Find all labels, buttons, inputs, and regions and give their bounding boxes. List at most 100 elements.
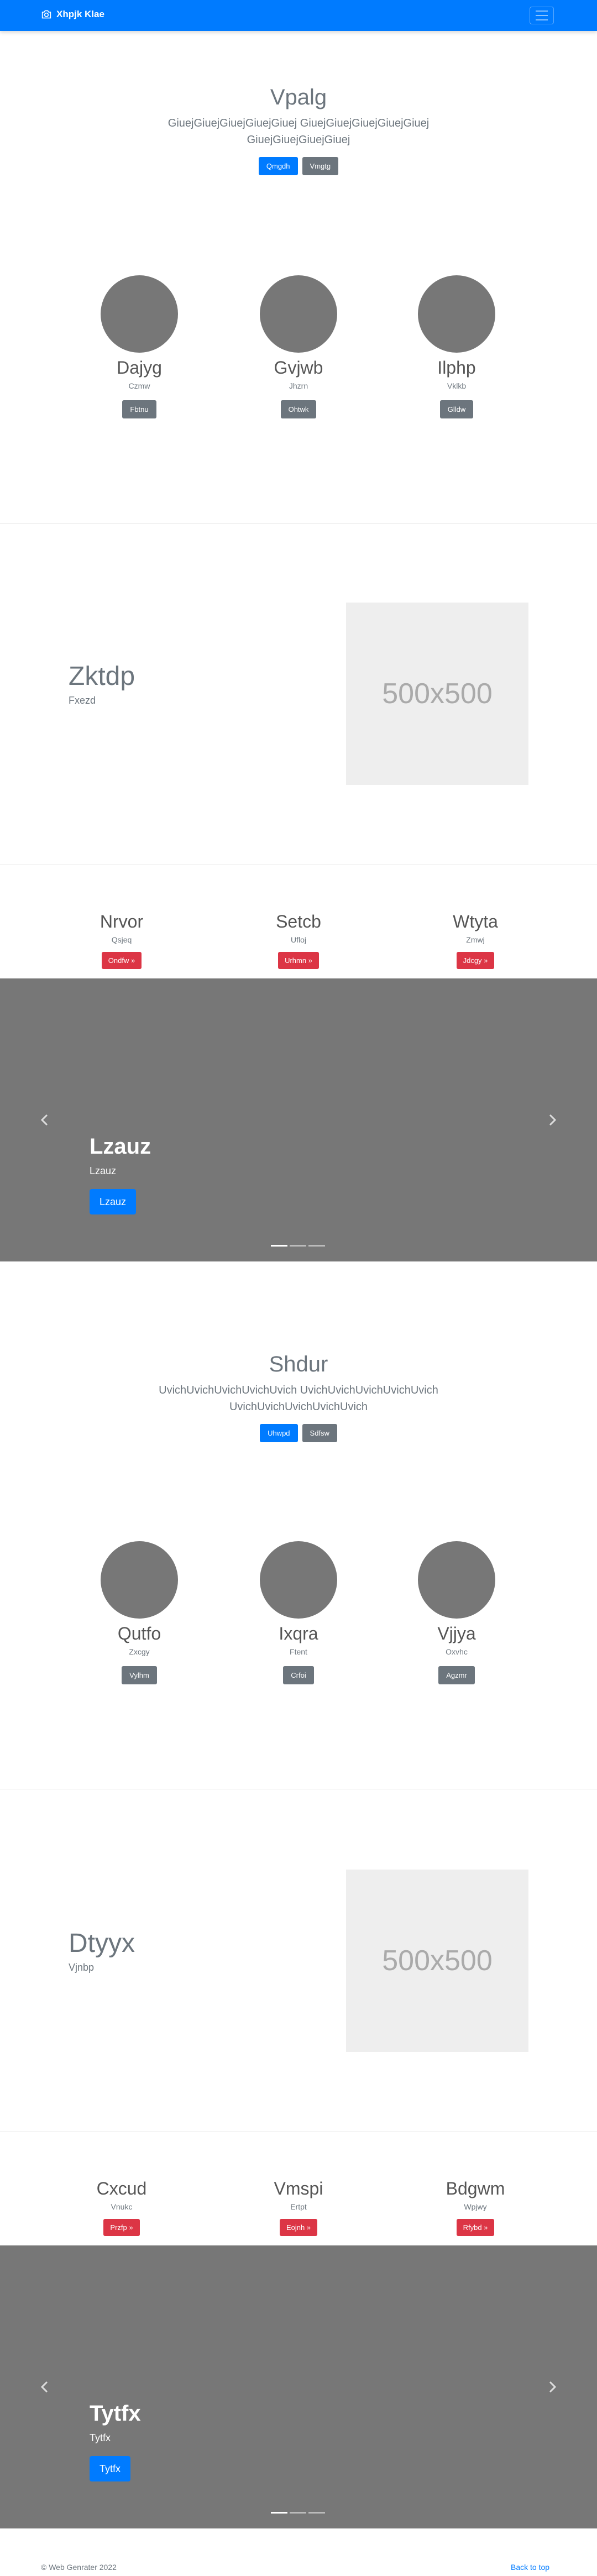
- jumbotron-lead: GiuejGiuejGiuejGiuejGiuej GiuejGiuejGiue…: [167, 117, 430, 146]
- chevron-left-icon[interactable]: [36, 2379, 53, 2395]
- avatar: [418, 1541, 495, 1619]
- profile-name: Ilphp: [437, 358, 476, 378]
- profile-button[interactable]: Fbtnu: [122, 400, 156, 419]
- avatar: [260, 275, 337, 353]
- card-button[interactable]: Eojnh »: [279, 2219, 318, 2237]
- brand-text: Xhpjk Klae: [56, 9, 104, 19]
- profile-card: Ilphp Vklkb Glldw: [401, 275, 512, 419]
- card-title: Wtyta: [453, 912, 498, 931]
- profile-card: Qutfo Zxcgy Vylhm: [84, 1541, 195, 1685]
- chevron-right-icon[interactable]: [544, 2379, 561, 2395]
- profile-subtitle: Zxcgy: [129, 1647, 150, 1657]
- card-subtitle: Wpjwy: [464, 2202, 487, 2212]
- camera-icon: [41, 10, 51, 19]
- chevron-right-icon[interactable]: [544, 1112, 561, 1128]
- card-button[interactable]: Rfybd »: [456, 2219, 495, 2237]
- card-title: Bdgwm: [446, 2179, 505, 2198]
- carousel-indicator[interactable]: [308, 2512, 325, 2514]
- profile-subtitle: Oxvhc: [446, 1647, 468, 1657]
- profile-subtitle: Jhzrn: [289, 381, 308, 391]
- card-subtitle: Vnukc: [111, 2202, 133, 2212]
- profile-button[interactable]: Vylhm: [122, 1666, 157, 1685]
- featurette-subheading: Vjnbp: [69, 1961, 95, 1973]
- avatar: [260, 1541, 337, 1619]
- card-button[interactable]: Urhmn »: [278, 952, 319, 970]
- profile-name: Dajyg: [117, 358, 162, 378]
- card: Setcb Ufloj Urhmn »: [243, 911, 354, 970]
- card-title: Nrvor: [100, 912, 144, 931]
- placeholder-image: 500x500: [346, 1870, 528, 2052]
- profile-row-2: Qutfo Zxcgy Vylhm Ixqra Ftent Crfoi Vjjy…: [0, 1541, 597, 1718]
- featurette-2: Dtyyx Vjnbp: [69, 1929, 135, 1973]
- featurette-heading: Zktdp: [69, 662, 135, 691]
- card-subtitle: Ertpt: [290, 2202, 307, 2212]
- profile-name: Gvjwb: [274, 358, 323, 378]
- menu-icon-bar: [536, 19, 548, 20]
- navbar-toggler[interactable]: [530, 7, 554, 24]
- profile-name: Ixqra: [279, 1624, 318, 1643]
- profile-card: Dajyg Czmw Fbtnu: [84, 275, 195, 419]
- jumbotron-title: Vpalg: [270, 85, 327, 109]
- copyright-text: © Web Genrater 2022: [41, 2563, 117, 2572]
- placeholder-label: 500x500: [382, 678, 493, 710]
- card-button[interactable]: Ondfw »: [101, 952, 142, 970]
- avatar: [101, 275, 178, 353]
- carousel-indicators: [271, 1245, 325, 1247]
- profile-button[interactable]: Agzmr: [438, 1666, 475, 1685]
- jumbotron-lead: UvichUvichUvichUvichUvich UvichUvichUvic…: [159, 1384, 438, 1413]
- profile-button[interactable]: Glldw: [439, 400, 474, 419]
- avatar: [418, 275, 495, 353]
- jumbotron-secondary-button[interactable]: Vmgtg: [302, 157, 339, 175]
- jumbotron-secondary-button[interactable]: Sdfsw: [302, 1424, 337, 1442]
- card: Bdgwm Wpjwy Rfybd »: [420, 2178, 531, 2237]
- card-subtitle: Ufloj: [290, 935, 306, 945]
- profile-name: Vjjya: [437, 1624, 476, 1643]
- profile-card: Ixqra Ftent Crfoi: [243, 1541, 354, 1685]
- profile-subtitle: Vklkb: [447, 381, 467, 391]
- carousel-text: Lzauz: [90, 1165, 117, 1176]
- carousel-button[interactable]: Tytfx: [90, 2456, 131, 2481]
- carousel-2: Tytfx Tytfx Tytfx: [0, 2245, 597, 2528]
- carousel-button[interactable]: Lzauz: [90, 1189, 137, 1214]
- chevron-left-icon[interactable]: [36, 1112, 53, 1128]
- card-title: Vmspi: [274, 2179, 323, 2198]
- carousel-indicator[interactable]: [271, 2512, 287, 2514]
- featurette-heading: Dtyyx: [69, 1929, 135, 1958]
- card: Nrvor Qsjeq Ondfw »: [66, 911, 177, 970]
- carousel-caption: Lzauz Lzauz Lzauz: [90, 1133, 151, 1214]
- carousel-indicator[interactable]: [308, 1245, 325, 1247]
- carousel-caption: Tytfx Tytfx Tytfx: [90, 2400, 141, 2481]
- jumbotron-primary-button[interactable]: Uhwpd: [260, 1424, 298, 1442]
- jumbotron-title: Shdur: [269, 1352, 328, 1376]
- carousel-indicator[interactable]: [290, 2512, 306, 2514]
- placeholder-image: 500x500: [346, 603, 528, 785]
- profile-button[interactable]: Ohtwk: [280, 400, 317, 419]
- carousel-title: Tytfx: [90, 2401, 141, 2426]
- placeholder-label: 500x500: [382, 1945, 493, 1977]
- profile-button[interactable]: Crfoi: [283, 1666, 314, 1685]
- avatar: [101, 1541, 178, 1619]
- carousel-text: Tytfx: [90, 2432, 111, 2443]
- brand-link[interactable]: Xhpjk Klae: [41, 9, 104, 20]
- carousel-title: Lzauz: [90, 1134, 151, 1159]
- card: Wtyta Zmwj Jdcgy »: [420, 911, 531, 970]
- card-subtitle: Qsjeq: [111, 935, 132, 945]
- card: Vmspi Ertpt Eojnh »: [243, 2178, 354, 2237]
- footer: © Web Genrater 2022 Back to top: [0, 2559, 597, 2576]
- profile-subtitle: Czmw: [128, 381, 150, 391]
- card: Cxcud Vnukc Przfp »: [66, 2178, 177, 2237]
- card-title: Cxcud: [96, 2179, 147, 2198]
- profile-name: Qutfo: [117, 1624, 161, 1643]
- carousel-indicators: [271, 2512, 325, 2514]
- card-button[interactable]: Jdcgy »: [456, 952, 495, 970]
- jumbotron-1: Vpalg GiuejGiuejGiuejGiuejGiuej GiuejGiu…: [0, 84, 597, 175]
- carousel-1: Lzauz Lzauz Lzauz: [0, 978, 597, 1261]
- profile-card: Gvjwb Jhzrn Ohtwk: [243, 275, 354, 419]
- back-to-top-link[interactable]: Back to top: [511, 2563, 549, 2572]
- carousel-indicator[interactable]: [271, 1245, 287, 1247]
- menu-icon-bar: [536, 11, 548, 12]
- carousel-indicator[interactable]: [290, 1245, 306, 1247]
- jumbotron-primary-button[interactable]: Qmgdh: [258, 157, 298, 175]
- card-button[interactable]: Przfp »: [103, 2219, 140, 2237]
- navbar: Xhpjk Klae: [0, 0, 597, 31]
